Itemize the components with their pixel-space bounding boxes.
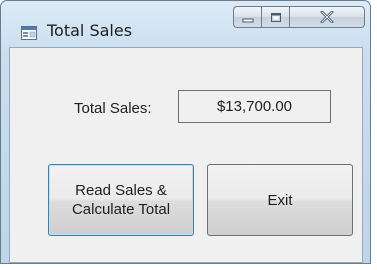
total-sales-label: Total Sales: (74, 100, 152, 117)
app-window: Total Sales Total Sales: $13,700.00 Read… (0, 0, 371, 264)
exit-button[interactable]: Exit (207, 164, 353, 236)
minimize-icon (242, 8, 254, 27)
title-bar[interactable]: Total Sales (1, 1, 370, 47)
close-button[interactable] (289, 6, 365, 28)
form-icon[interactable] (21, 25, 37, 40)
total-sales-output: $13,700.00 (178, 90, 331, 123)
caption-buttons (233, 6, 365, 28)
form-client-area: Total Sales: $13,700.00 Read Sales & Cal… (9, 47, 363, 263)
close-icon (319, 8, 335, 27)
minimize-button[interactable] (233, 6, 261, 28)
maximize-button[interactable] (261, 6, 289, 28)
window-title: Total Sales (47, 21, 133, 40)
maximize-icon (270, 8, 282, 27)
read-sales-calculate-button[interactable]: Read Sales & Calculate Total (48, 164, 194, 236)
